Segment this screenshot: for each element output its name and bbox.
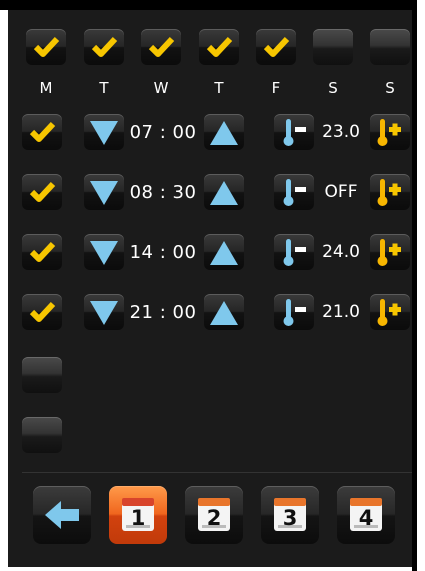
slot-enable-toggle[interactable]	[22, 294, 62, 330]
back-button[interactable]	[33, 486, 91, 544]
triangle-down-icon	[90, 301, 118, 325]
day-label: T	[99, 79, 109, 97]
triangle-down-icon	[90, 121, 118, 145]
triangle-down-icon	[90, 241, 118, 265]
check-icon	[29, 121, 56, 142]
day-toggle-wed[interactable]	[141, 29, 181, 65]
tab-number: 1	[130, 506, 146, 530]
time-down-button[interactable]	[84, 234, 124, 270]
time-up-button[interactable]	[204, 114, 244, 150]
tab-program-4[interactable]: 4	[337, 486, 395, 544]
thermometer-minus-icon	[283, 239, 306, 266]
thermometer-minus-icon	[283, 299, 306, 326]
temp-up-button[interactable]	[370, 174, 410, 210]
thermometer-minus-icon	[283, 119, 306, 146]
right-border	[412, 0, 417, 571]
slot-temperature: 21.0	[322, 302, 360, 322]
slot-time: 21 : 00	[129, 302, 197, 323]
time-down-button[interactable]	[84, 114, 124, 150]
day-toggle-sat[interactable]	[313, 29, 353, 65]
day-label: M	[39, 79, 53, 97]
app-frame: M T W T F S S 07 : 00 23.0 08 : 30 OFF 1…	[0, 0, 425, 571]
temp-up-button[interactable]	[370, 114, 410, 150]
time-down-button[interactable]	[84, 294, 124, 330]
slot-enable-toggle[interactable]	[22, 114, 62, 150]
check-icon	[206, 36, 233, 57]
triangle-down-icon	[90, 181, 118, 205]
day-label: F	[271, 79, 281, 97]
triangle-up-icon	[210, 121, 238, 145]
divider	[22, 472, 412, 473]
day-toggle-tue[interactable]	[84, 29, 124, 65]
check-icon	[33, 36, 60, 57]
temp-up-button[interactable]	[370, 234, 410, 270]
triangle-up-icon	[210, 301, 238, 325]
check-icon	[29, 181, 56, 202]
temp-up-button[interactable]	[370, 294, 410, 330]
tab-program-1[interactable]: 1	[109, 486, 167, 544]
time-up-button[interactable]	[204, 294, 244, 330]
day-label: W	[153, 79, 169, 97]
day-toggle-mon[interactable]	[26, 29, 66, 65]
day-toggle-fri[interactable]	[256, 29, 296, 65]
slot-temperature: 24.0	[322, 242, 360, 262]
slot-temperature: OFF	[324, 182, 358, 202]
thermometer-plus-icon	[377, 119, 401, 146]
triangle-up-icon	[210, 181, 238, 205]
thermometer-plus-icon	[377, 239, 401, 266]
tab-program-3[interactable]: 3	[261, 486, 319, 544]
day-toggle-thu[interactable]	[199, 29, 239, 65]
slot-enable-toggle[interactable]	[22, 417, 62, 453]
triangle-up-icon	[210, 241, 238, 265]
thermometer-plus-icon	[377, 299, 401, 326]
slot-enable-toggle[interactable]	[22, 234, 62, 270]
time-up-button[interactable]	[204, 174, 244, 210]
thermometer-plus-icon	[377, 179, 401, 206]
check-icon	[91, 36, 118, 57]
time-up-button[interactable]	[204, 234, 244, 270]
slot-time: 14 : 00	[129, 242, 197, 263]
slot-temperature: 23.0	[322, 122, 360, 142]
thermometer-minus-icon	[283, 179, 306, 206]
slot-time: 07 : 00	[129, 122, 197, 143]
check-icon	[148, 36, 175, 57]
temp-down-button[interactable]	[274, 234, 314, 270]
tab-number: 4	[358, 506, 374, 530]
temp-down-button[interactable]	[274, 174, 314, 210]
check-icon	[263, 36, 290, 57]
tab-program-2[interactable]: 2	[185, 486, 243, 544]
day-label: S	[328, 79, 338, 97]
check-icon	[29, 301, 56, 322]
tab-number: 2	[206, 506, 222, 530]
check-icon	[29, 241, 56, 262]
slot-enable-toggle[interactable]	[22, 357, 62, 393]
temp-down-button[interactable]	[274, 114, 314, 150]
day-label: S	[385, 79, 395, 97]
day-toggle-sun[interactable]	[370, 29, 410, 65]
tab-number: 3	[282, 506, 298, 530]
time-down-button[interactable]	[84, 174, 124, 210]
day-label: T	[214, 79, 224, 97]
top-border	[0, 0, 417, 10]
slot-enable-toggle[interactable]	[22, 174, 62, 210]
slot-time: 08 : 30	[129, 182, 197, 203]
back-arrow-icon	[45, 501, 79, 529]
temp-down-button[interactable]	[274, 294, 314, 330]
